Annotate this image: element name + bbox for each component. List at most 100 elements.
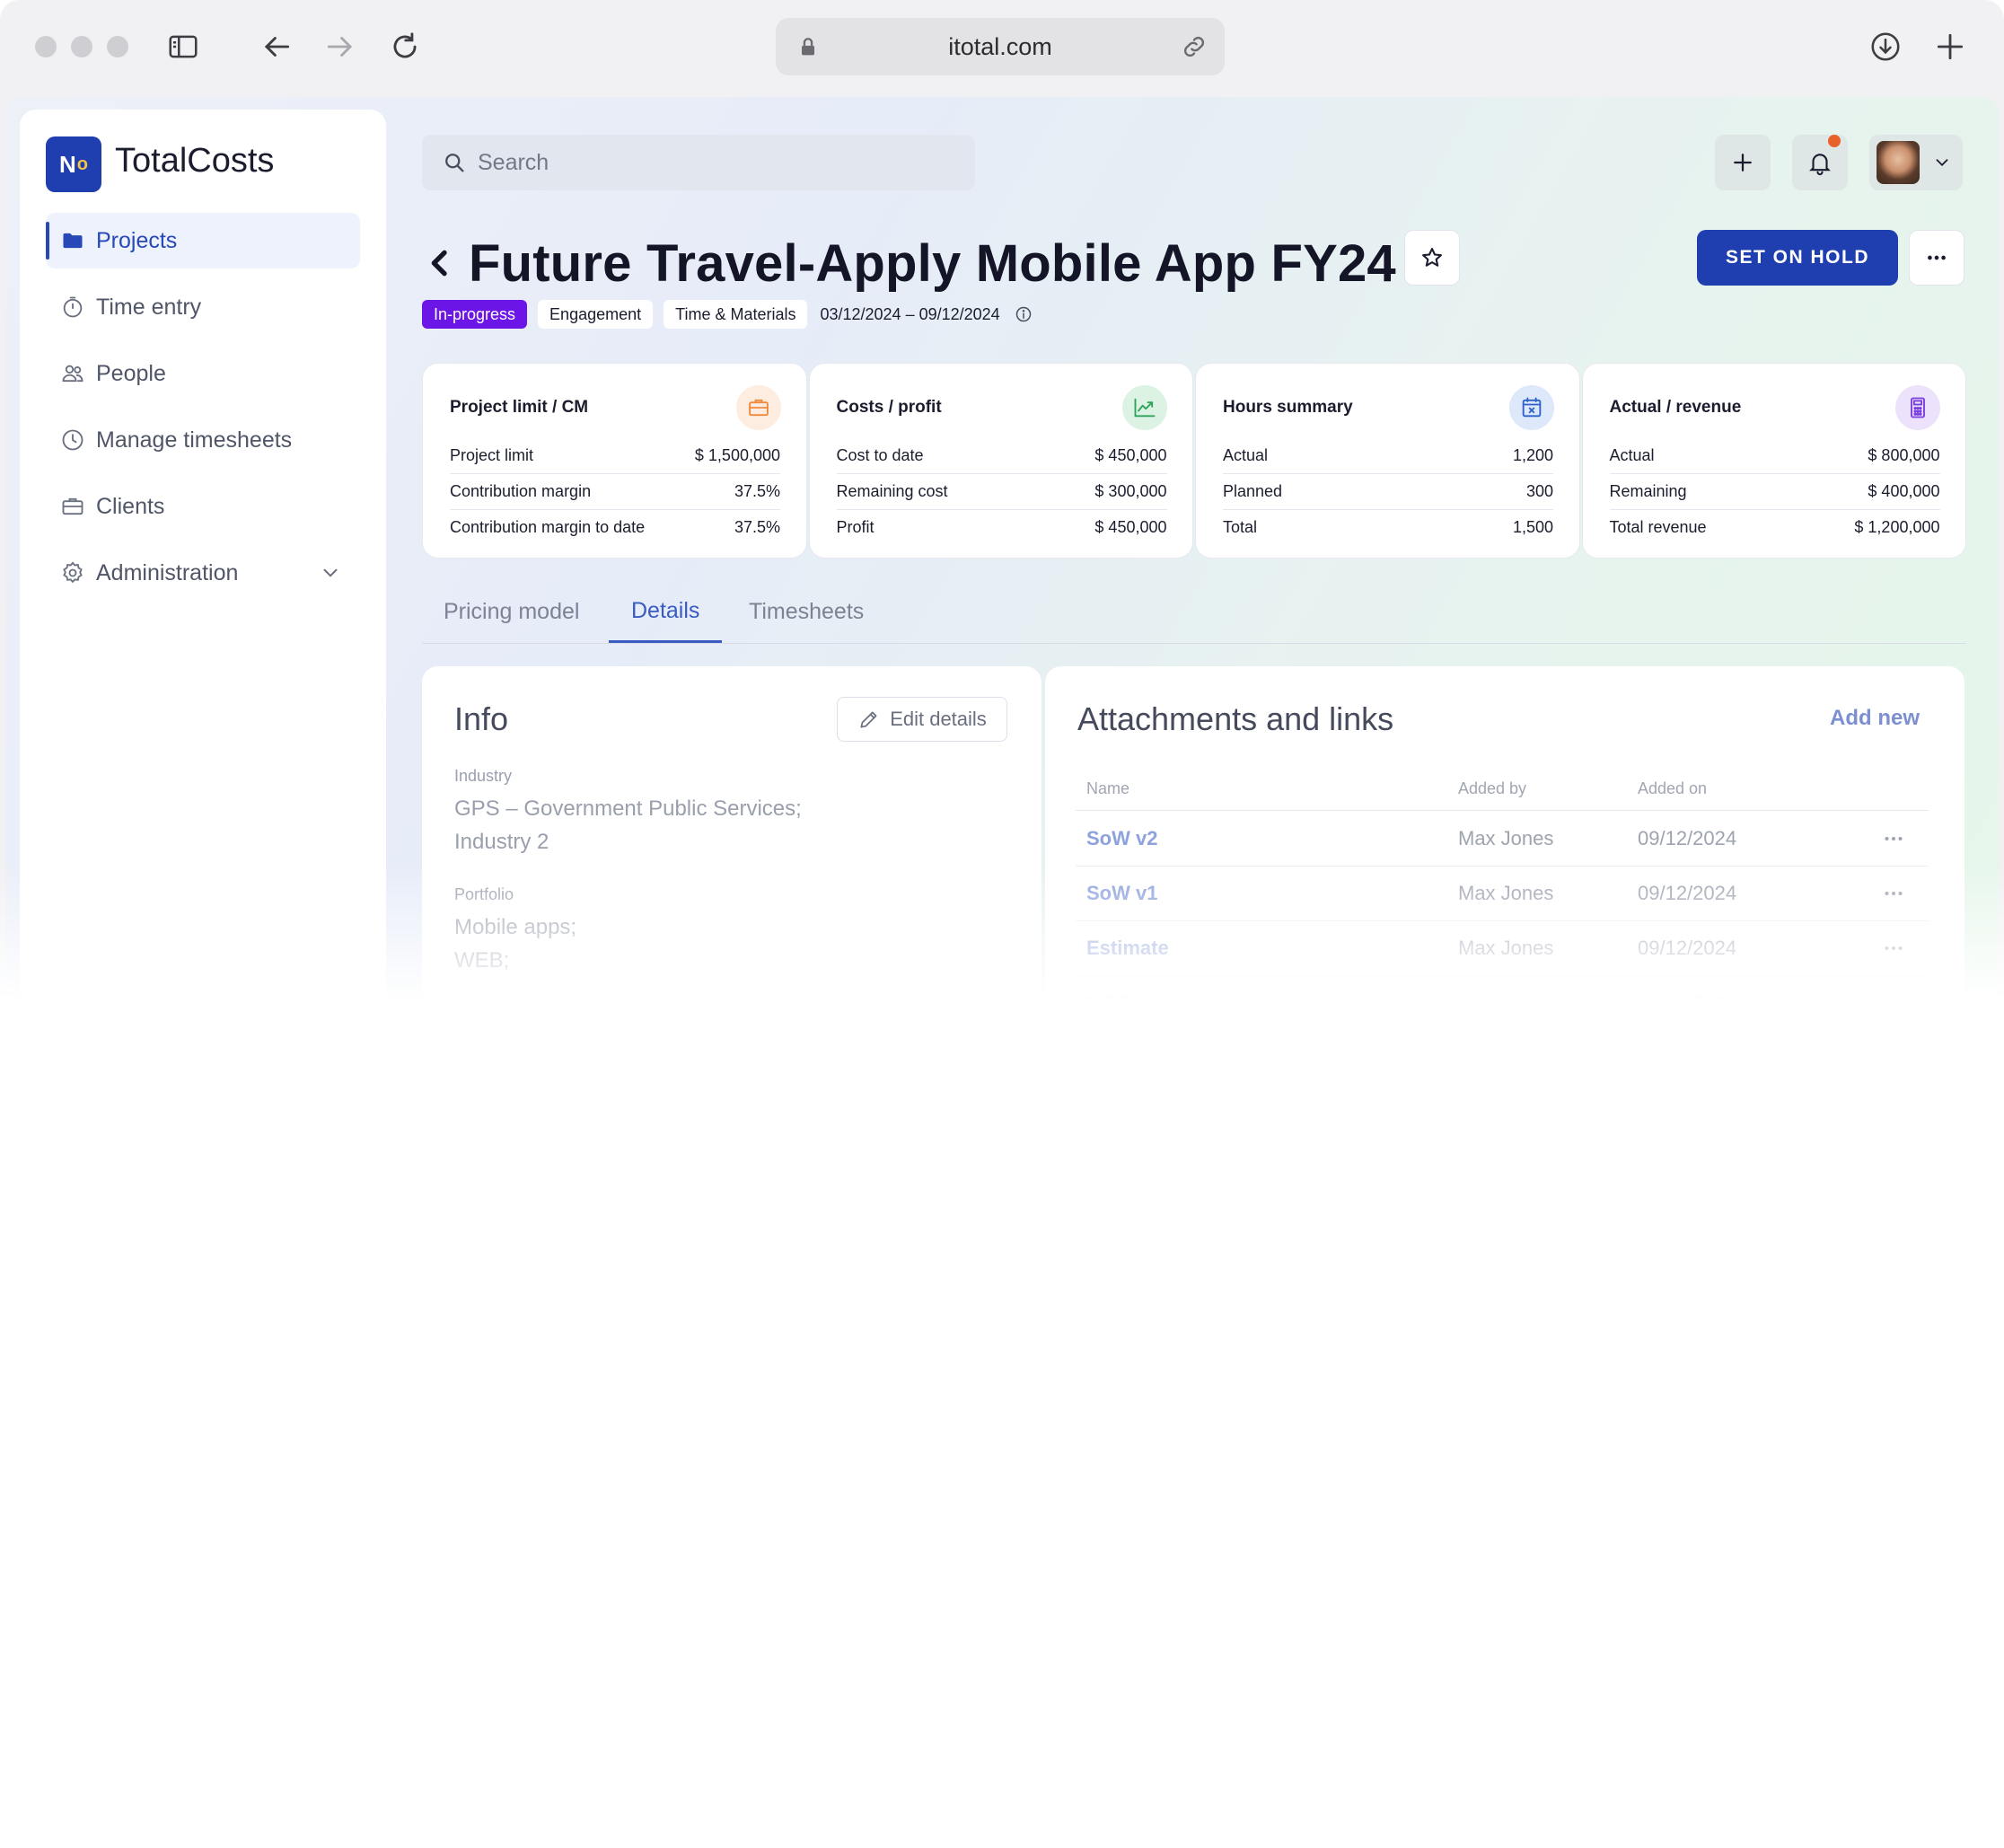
sidebar-item-label: Time entry [96, 294, 202, 320]
download-icon[interactable] [1865, 26, 1906, 67]
star-icon [1422, 248, 1442, 267]
column-header-added-on: Added on [1638, 779, 1708, 797]
window-zoom-button[interactable] [107, 36, 128, 57]
summary-card: Project limit / CM Project limit $ 1,500,… [422, 363, 807, 559]
status-badge: In-progress [422, 300, 528, 329]
sidebar-item-label: Clients [96, 493, 165, 519]
industry-label: Industry [454, 767, 513, 785]
sidebar-item-projects[interactable]: Projects [46, 213, 360, 268]
browser-titlebar: itotal.com [0, 0, 2004, 95]
industry-value-line: GPS – Government Public Services; [454, 796, 802, 821]
sidebar-item-people[interactable]: People [46, 346, 360, 401]
portfolio-value-line: WEB; [454, 948, 510, 972]
add-new-link[interactable]: Add new [1830, 706, 1920, 731]
attachment-name-link[interactable]: Estimate [1086, 937, 1169, 960]
new-tab-icon[interactable] [1929, 26, 1971, 67]
sidebar-item-administration[interactable]: Administration [46, 545, 360, 601]
link-icon[interactable] [1180, 32, 1209, 61]
card-row: Cost to date $ 450,000 [836, 437, 1167, 474]
bell-icon [1809, 154, 1831, 176]
card-row: Project limit $ 1,500,000 [450, 437, 780, 474]
favorite-button[interactable] [1404, 230, 1460, 286]
plus-icon [1734, 154, 1752, 172]
card-title: Hours summary [1223, 398, 1353, 417]
tab-pricing-model[interactable]: Pricing model [444, 582, 579, 641]
edit-details-button[interactable]: Edit details [837, 697, 1007, 742]
url-text: itotal.com [948, 32, 1052, 60]
info-icon[interactable] [1015, 305, 1033, 323]
user-menu-button[interactable] [1869, 135, 1963, 190]
main-content: Search Future Travel-Apply Mobile App FY… [422, 97, 1999, 1015]
logo-letter: N [59, 150, 76, 178]
card-row: Contribution margin to date 37.5% [450, 509, 780, 545]
app-logo[interactable]: No [46, 136, 101, 192]
tab-timesheets[interactable]: Timesheets [749, 582, 864, 641]
table-row[interactable]: SoW v1 Max Jones 09/12/2024 [1076, 866, 1929, 921]
sidebar-item-label: Manage timesheets [96, 427, 293, 453]
back-arrow-icon[interactable] [256, 26, 297, 67]
brand-name: TotalCosts [115, 142, 275, 180]
set-on-hold-button[interactable]: SET ON HOLD [1697, 230, 1898, 286]
project-tags: In-progress Engagement Time & Materials … [422, 300, 1033, 329]
attachments-panel: Attachments and links Add new Name Added… [1045, 666, 1964, 1015]
portfolio-value-line: Mobile apps; [454, 915, 577, 939]
window-minimize-button[interactable] [71, 36, 92, 57]
row-label: Total [1223, 517, 1258, 536]
portfolio-label: Portfolio [454, 885, 514, 903]
lock-icon [802, 38, 814, 56]
sidebar-toggle-icon[interactable] [163, 26, 204, 67]
added-on-cell: 09/12/2024 [1638, 991, 1737, 1014]
logo-mark: o [76, 154, 88, 174]
app-container: No TotalCosts Projects Time entry People… [5, 97, 1999, 1015]
back-chevron-icon[interactable] [422, 245, 458, 281]
reload-icon[interactable] [384, 26, 426, 67]
row-menu-icon[interactable] [1880, 880, 1907, 907]
row-menu-icon[interactable] [1880, 935, 1907, 962]
attachment-name-link[interactable]: SoW v1 [1086, 882, 1157, 905]
sidebar-item-label: Projects [96, 227, 178, 253]
row-menu-icon[interactable] [1880, 825, 1907, 852]
row-label: Remaining cost [836, 481, 948, 500]
row-label: Profit [836, 517, 875, 536]
search-placeholder: Search [478, 149, 549, 175]
attachment-name-link[interactable]: SoW v2 [1086, 827, 1157, 850]
sidebar-item-manage-timesheets[interactable]: Manage timesheets [46, 412, 360, 468]
attachment-name-link[interactable]: MSA [1086, 991, 1130, 1015]
url-bar[interactable]: itotal.com [776, 18, 1225, 75]
calendar-icon [1508, 385, 1554, 430]
added-by-cell: Max Jones [1458, 937, 1554, 959]
search-input[interactable]: Search [422, 135, 975, 190]
column-header-added-by: Added by [1458, 779, 1527, 797]
notifications-button[interactable] [1792, 135, 1848, 190]
chevron-down-icon[interactable] [319, 561, 342, 585]
page-title: Future Travel-Apply Mobile App FY24 [469, 233, 1396, 293]
summary-card: Hours summary Actual 1,200 Planned 300 Tot… [1195, 363, 1580, 559]
card-row: Profit $ 450,000 [837, 509, 1167, 545]
table-row[interactable]: SoW v2 Max Jones 09/12/2024 [1076, 811, 1929, 867]
added-by-cell: Max Jones [1458, 991, 1554, 1014]
engagement-tag: Engagement [538, 300, 654, 329]
row-label: Contribution margin [450, 481, 592, 500]
tab-details[interactable]: Details [609, 582, 723, 643]
notification-dot [1828, 135, 1841, 147]
tab-bar: Pricing model Details Timesheets [422, 582, 1966, 644]
card-row: Planned 300 [1223, 473, 1553, 510]
card-row: Remaining cost $ 300,000 [836, 473, 1167, 510]
card-title: Costs / profit [836, 398, 942, 417]
more-actions-button[interactable] [1909, 230, 1964, 286]
sidebar-item-clients[interactable]: Clients [46, 479, 360, 534]
card-row: Remaining $ 400,000 [1609, 473, 1940, 510]
window-close-button[interactable] [35, 36, 57, 57]
info-title: Info [454, 700, 509, 737]
forward-arrow-icon[interactable] [320, 26, 361, 67]
table-row[interactable]: MSA Max Jones 09/12/2024 [1076, 975, 1929, 1015]
sidebar-item-time-entry[interactable]: Time entry [46, 279, 360, 335]
table-row[interactable]: Estimate Max Jones 09/12/2024 [1076, 920, 1929, 976]
summary-card: Actual / revenue Actual $ 800,000 Remaini… [1581, 363, 1966, 559]
sidebar-item-label: People [96, 360, 166, 386]
row-menu-icon[interactable] [1880, 990, 1907, 1015]
row-value: $ 450,000 [1094, 445, 1167, 464]
chevron-down-icon [1936, 159, 1948, 167]
gear-icon [63, 561, 83, 584]
add-button[interactable] [1715, 135, 1771, 190]
